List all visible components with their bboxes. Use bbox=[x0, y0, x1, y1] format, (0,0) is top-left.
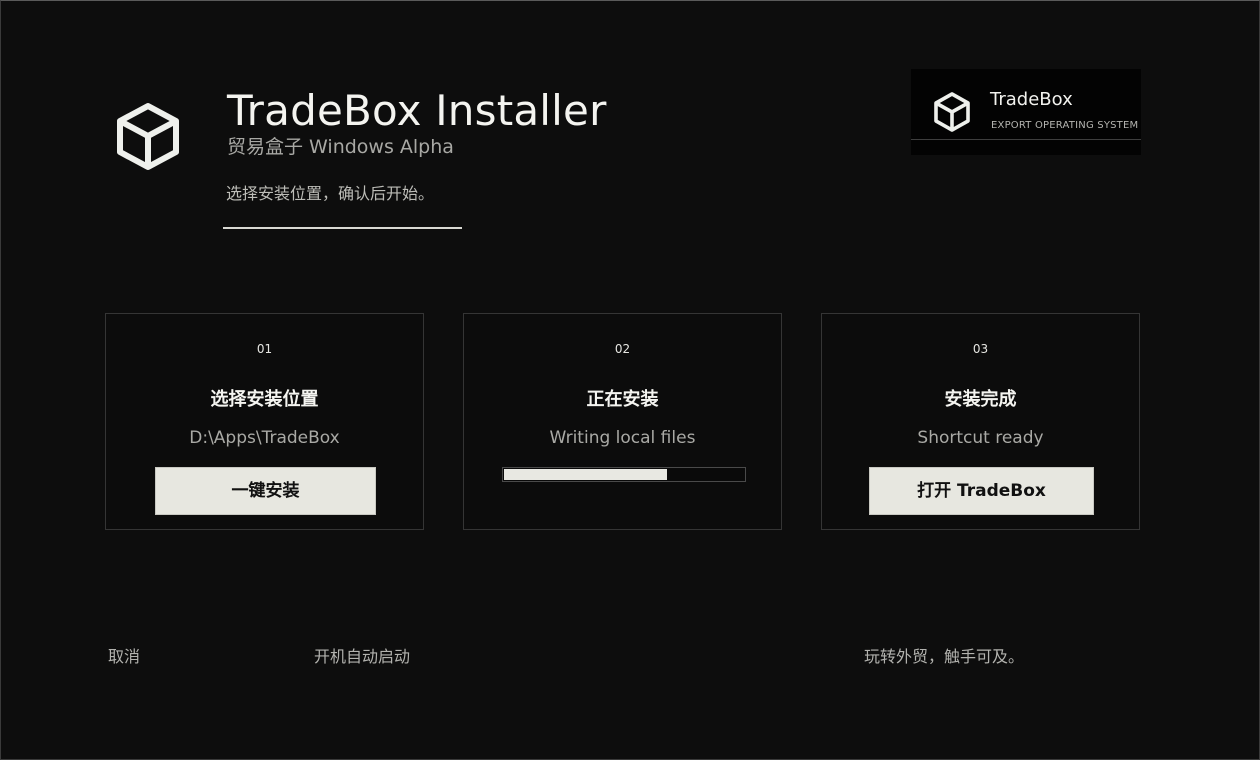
header-divider bbox=[223, 227, 462, 229]
progress-fill bbox=[504, 469, 667, 480]
step-number: 02 bbox=[614, 342, 631, 356]
install-path: D:\Apps\TradeBox bbox=[189, 428, 340, 448]
installer-window: TradeBox Installer 贸易盒子 Windows Alpha 选择… bbox=[0, 0, 1260, 760]
instruction-text: 选择安装位置，确认后开始。 bbox=[226, 184, 435, 203]
brand-badge: TradeBox EXPORT OPERATING SYSTEM bbox=[911, 69, 1141, 155]
step-card-installing: 02 正在安装 Writing local files bbox=[463, 313, 782, 530]
cube-icon bbox=[934, 92, 970, 132]
step-card-select-location: 01 选择安装位置 D:\Apps\TradeBox 一键安装 bbox=[105, 313, 424, 530]
step-card-complete: 03 安装完成 Shortcut ready 打开 TradeBox bbox=[821, 313, 1140, 530]
cancel-link[interactable]: 取消 bbox=[108, 647, 140, 667]
autostart-toggle[interactable]: 开机自动启动 bbox=[314, 647, 410, 667]
step-title: 安装完成 bbox=[944, 389, 1017, 410]
page-title: TradeBox Installer bbox=[227, 86, 607, 135]
slogan-text: 玩转外贸，触手可及。 bbox=[864, 647, 1025, 666]
page-subtitle: 贸易盒子 Windows Alpha bbox=[227, 136, 454, 158]
open-app-button[interactable]: 打开 TradeBox bbox=[869, 467, 1094, 515]
completion-status: Shortcut ready bbox=[917, 428, 1044, 448]
step-title: 正在安装 bbox=[586, 389, 659, 410]
step-title: 选择安装位置 bbox=[210, 389, 319, 410]
cube-icon bbox=[117, 103, 179, 170]
brand-tagline: EXPORT OPERATING SYSTEM bbox=[991, 120, 1139, 131]
install-button[interactable]: 一键安装 bbox=[155, 467, 376, 515]
step-number: 03 bbox=[972, 342, 989, 356]
badge-divider bbox=[911, 139, 1141, 140]
install-status: Writing local files bbox=[549, 428, 696, 448]
install-progress-bar bbox=[502, 467, 746, 482]
step-number: 01 bbox=[256, 342, 273, 356]
brand-name: TradeBox bbox=[990, 89, 1073, 110]
